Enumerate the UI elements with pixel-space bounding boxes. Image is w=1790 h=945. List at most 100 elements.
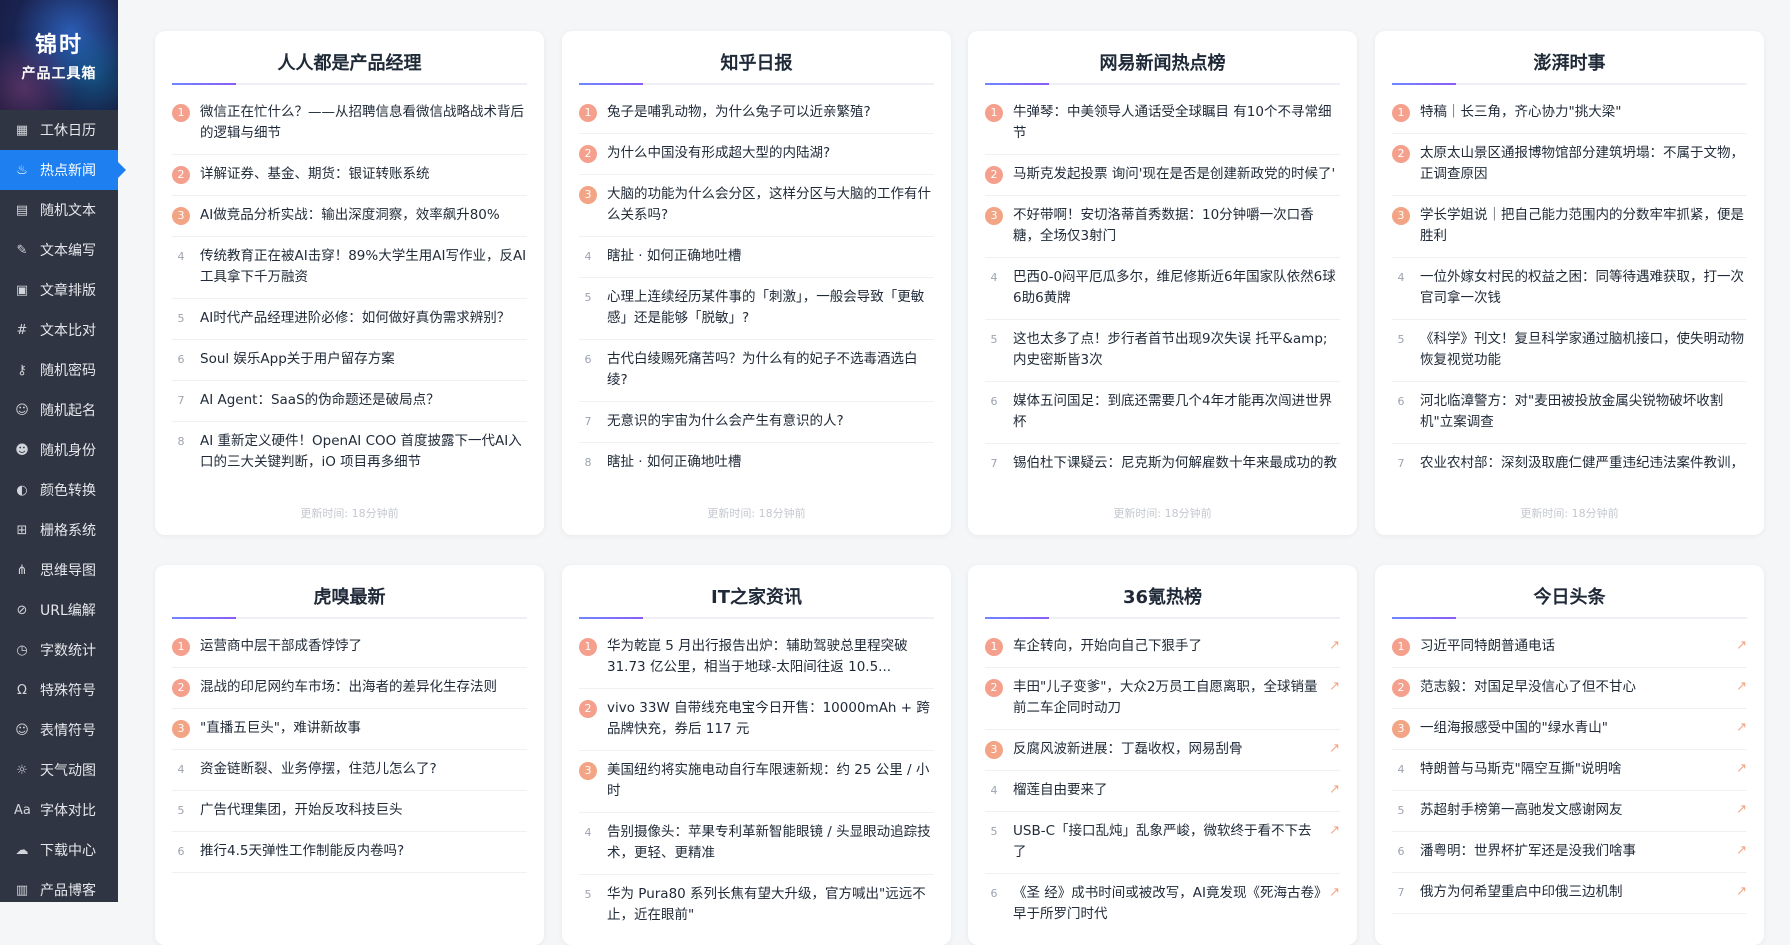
news-title[interactable]: 巴西0-0闷平厄瓜多尔，维尼修斯近6年国家队依然6球6助6黄牌	[1013, 267, 1340, 309]
news-item[interactable]: 4 传统教育正在被AI击穿！89%大学生用AI写作业，反AI工具拿下千万融资	[172, 237, 527, 299]
news-title[interactable]: 资金链断裂、业务停摆，住范儿怎么了?	[200, 759, 527, 780]
external-link-icon[interactable]: ↗	[1736, 761, 1747, 776]
external-link-icon[interactable]: ↗	[1736, 638, 1747, 653]
sidebar-item-16[interactable]: ☺ 表情符号	[0, 710, 118, 750]
news-item[interactable]: 5 AI时代产品经理进阶必修：如何做好真伪需求辨别？	[172, 299, 527, 340]
external-link-icon[interactable]: ↗	[1736, 884, 1747, 899]
news-title[interactable]: vivo 33W 自带线充电宝今日开售：10000mAh + 跨品牌快充，券后 …	[607, 698, 934, 740]
news-title[interactable]: 这也太多了点！步行者首节出现9次失误 托平&amp;内史密斯皆3次	[1013, 329, 1340, 371]
news-item[interactable]: 8 AI 重新定义硬件！OpenAI COO 首度披露下一代AI入口的三大关键判断…	[172, 422, 527, 473]
news-item[interactable]: 1 兔子是哺乳动物，为什么兔子可以近亲繁殖?	[579, 93, 934, 134]
news-item[interactable]: 5 广告代理集团，开始反攻科技巨头	[172, 791, 527, 832]
news-title[interactable]: 大脑的功能为什么会分区，这样分区与大脑的工作有什么关系吗?	[607, 184, 934, 226]
news-item[interactable]: 1 华为乾崑 5 月出行报告出炉：辅助驾驶总里程突破 31.73 亿公里，相当于地…	[579, 627, 934, 689]
news-title[interactable]: 太原太山景区通报博物馆部分建筑坍塌：不属于文物，正调查原因	[1420, 143, 1747, 185]
news-item[interactable]: 5 USB-C「接口乱炖」乱象严峻，微软终于看不下去了 ↗	[985, 812, 1340, 874]
news-title[interactable]: 锡伯杜下课疑云：尼克斯为何解雇数十年来最成功的教练	[1013, 453, 1340, 473]
news-title[interactable]: 《科学》刊文！复旦科学家通过脑机接口，使失明动物恢复视觉功能	[1420, 329, 1747, 371]
news-title[interactable]: 推行4.5天弹性工作制能反内卷吗?	[200, 841, 527, 862]
news-item[interactable]: 3 "直播五巨头"，难讲新故事	[172, 709, 527, 750]
sidebar-item-18[interactable]: Aa 字体对比	[0, 790, 118, 830]
news-item[interactable]: 2 vivo 33W 自带线充电宝今日开售：10000mAh + 跨品牌快充，券后…	[579, 689, 934, 751]
news-item[interactable]: 6 Soul 娱乐App关于用户留存方案	[172, 340, 527, 381]
news-item[interactable]: 2 详解证券、基金、期货：银证转账系统	[172, 155, 527, 196]
news-item[interactable]: 6 《圣 经》成书时间或被改写，AI竟发现《死海古卷》早于所罗门时代 ↗	[985, 874, 1341, 927]
news-title[interactable]: AI时代产品经理进阶必修：如何做好真伪需求辨别？	[200, 308, 527, 329]
news-title[interactable]: 《圣 经》成书时间或被改写，AI竟发现《死海古卷》早于所罗门时代	[1013, 883, 1323, 925]
external-link-icon[interactable]: ↗	[1736, 843, 1747, 858]
news-title[interactable]: 学长学姐说｜把自己能力范围内的分数牢牢抓紧，便是胜利	[1420, 205, 1747, 247]
news-item[interactable]: 4 瞎扯 · 如何正确地吐槽	[579, 237, 934, 278]
news-item[interactable]: 6 媒体五问国足：到底还需要几个4年才能再次闯进世界杯	[985, 382, 1340, 444]
sidebar-item-17[interactable]: ☼ 天气动图	[0, 750, 118, 790]
sidebar-item-11[interactable]: ⊞ 栅格系统	[0, 510, 118, 550]
news-item[interactable]: 3 AI做竞品分析实战：输出深度洞察，效率飙升80%	[172, 196, 527, 237]
sidebar-item-9[interactable]: ☻ 随机身份	[0, 430, 118, 470]
sidebar-item-10[interactable]: ◐ 颜色转换	[0, 470, 118, 510]
news-title[interactable]: USB-C「接口乱炖」乱象严峻，微软终于看不下去了	[1013, 821, 1323, 863]
news-title[interactable]: "直播五巨头"，难讲新故事	[200, 718, 527, 739]
news-title[interactable]: Soul 娱乐App关于用户留存方案	[200, 349, 527, 370]
news-title[interactable]: 美国纽约将实施电动自行车限速新规：约 25 公里 / 小时	[607, 760, 934, 802]
news-title[interactable]: 反腐风波新进展：丁磊收权，网易刮骨	[1013, 739, 1323, 760]
news-title[interactable]: 华为乾崑 5 月出行报告出炉：辅助驾驶总里程突破 31.73 亿公里，相当于地球…	[607, 636, 934, 678]
news-title[interactable]: 详解证券、基金、期货：银证转账系统	[200, 164, 527, 185]
news-item[interactable]: 5 《科学》刊文！复旦科学家通过脑机接口，使失明动物恢复视觉功能	[1392, 320, 1747, 382]
news-title[interactable]: 农业农村部：深刻汲取鹿仁健严重违纪违法案件教训，深化以案促学促查促改	[1420, 453, 1747, 473]
sidebar-item-14[interactable]: ◷ 字数统计	[0, 630, 118, 670]
news-item[interactable]: 6 推行4.5天弹性工作制能反内卷吗?	[172, 832, 527, 873]
news-title[interactable]: 河北临漳警方：对"麦田被投放金属尖锐物破坏收割机"立案调查	[1420, 391, 1747, 433]
external-link-icon[interactable]: ↗	[1736, 802, 1747, 817]
news-item[interactable]: 3 不好带啊！安切洛蒂首秀数据：10分钟嚼一次口香糖，全场仅3射门	[985, 196, 1340, 258]
news-item[interactable]: 7 俄方为何希望重启中印俄三边机制 ↗	[1392, 873, 1747, 914]
news-item[interactable]: 1 运营商中层干部成香饽饽了	[172, 627, 527, 668]
news-item[interactable]: 7 无意识的宇宙为什么会产生有意识的人?	[579, 402, 934, 443]
news-title[interactable]: 告别摄像头：苹果专利革新智能眼镜 / 头显眼动追踪技术，更轻、更精准	[607, 822, 934, 864]
news-item[interactable]: 3 美国纽约将实施电动自行车限速新规：约 25 公里 / 小时	[579, 751, 934, 813]
news-title[interactable]: 潘粤明：世界杯扩军还是没我们啥事	[1420, 841, 1730, 862]
news-item[interactable]: 2 为什么中国没有形成超大型的内陆湖?	[579, 134, 934, 175]
brand-logo[interactable]: 锦时 产品工具箱	[0, 0, 118, 110]
news-item[interactable]: 1 特稿｜长三角，齐心协力"挑大梁"	[1392, 93, 1747, 134]
news-title[interactable]: 榴莲自由要来了	[1013, 780, 1323, 801]
news-item[interactable]: 2 太原太山景区通报博物馆部分建筑坍塌：不属于文物，正调查原因	[1392, 134, 1747, 196]
sidebar-item-8[interactable]: ☺ 随机起名	[0, 390, 118, 430]
external-link-icon[interactable]: ↗	[1329, 741, 1340, 756]
news-item[interactable]: 2 混战的印尼网约车市场：出海者的差异化生存法则	[172, 668, 527, 709]
news-title[interactable]: 苏超射手榜第一高驰发文感谢网友	[1420, 800, 1730, 821]
news-item[interactable]: 3 学长学姐说｜把自己能力范围内的分数牢牢抓紧，便是胜利	[1392, 196, 1747, 258]
news-item[interactable]: 1 牛弹琴：中美领导人通话受全球瞩目 有10个不寻常细节	[985, 93, 1340, 155]
news-item[interactable]: 6 河北临漳警方：对"麦田被投放金属尖锐物破坏收割机"立案调查	[1392, 382, 1747, 444]
news-item[interactable]: 1 微信正在忙什么？——从招聘信息看微信战略战术背后的逻辑与细节	[172, 93, 527, 155]
news-title[interactable]: 习近平同特朗普通电话	[1420, 636, 1730, 657]
sidebar-item-2[interactable]: ♨ 热点新闻	[0, 150, 126, 190]
news-title[interactable]: 一组海报感受中国的"绿水青山"	[1420, 718, 1730, 739]
news-item[interactable]: 5 华为 Pura80 系列长焦有望大升级，官方喊出"远远不止，近在眼前"	[579, 875, 934, 927]
news-item[interactable]: 5 心理上连续经历某件事的「刺激」，一般会导致「更敏感」还是能够「脱敏」?	[579, 278, 934, 340]
sidebar-item-19[interactable]: ☁ 下载中心	[0, 830, 118, 870]
sidebar-item-20[interactable]: ▥ 产品博客	[0, 870, 118, 910]
sidebar-item-3[interactable]: ▤ 随机文本	[0, 190, 118, 230]
sidebar-item-7[interactable]: ⚷ 随机密码	[0, 350, 118, 390]
sidebar-item-5[interactable]: ▣ 文章排版	[0, 270, 118, 310]
news-title[interactable]: 丰田"儿子变爹"，大众2万员工自愿离职，全球销量前二车企同时动刀	[1013, 677, 1323, 719]
sidebar-item-15[interactable]: Ω 特殊符号	[0, 670, 118, 710]
news-title[interactable]: 牛弹琴：中美领导人通话受全球瞩目 有10个不寻常细节	[1013, 102, 1340, 144]
news-title[interactable]: 范志毅：对国足早没信心了但不甘心	[1420, 677, 1730, 698]
news-title[interactable]: 传统教育正在被AI击穿！89%大学生用AI写作业，反AI工具拿下千万融资	[200, 246, 527, 288]
news-item[interactable]: 5 苏超射手榜第一高驰发文感谢网友 ↗	[1392, 791, 1747, 832]
news-title[interactable]: 为什么中国没有形成超大型的内陆湖?	[607, 143, 934, 164]
news-title[interactable]: 特稿｜长三角，齐心协力"挑大梁"	[1420, 102, 1747, 123]
news-item[interactable]: 5 这也太多了点！步行者首节出现9次失误 托平&amp;内史密斯皆3次	[985, 320, 1340, 382]
news-title[interactable]: 特朗普与马斯克"隔空互撕"说明啥	[1420, 759, 1730, 780]
news-title[interactable]: 一位外嫁女村民的权益之困：同等待遇难获取，打一次官司拿一次钱	[1420, 267, 1747, 309]
news-title[interactable]: AI Agent：SaaS的伪命题还是破局点？	[200, 390, 527, 411]
news-item[interactable]: 4 特朗普与马斯克"隔空互撕"说明啥 ↗	[1392, 750, 1747, 791]
sidebar-item-6[interactable]: # 文本比对	[0, 310, 118, 350]
news-item[interactable]: 3 大脑的功能为什么会分区，这样分区与大脑的工作有什么关系吗?	[579, 175, 934, 237]
news-title[interactable]: 马斯克发起投票 询问'现在是否是创建新政党的时候了'	[1013, 164, 1340, 185]
external-link-icon[interactable]: ↗	[1736, 720, 1747, 735]
external-link-icon[interactable]: ↗	[1329, 823, 1340, 838]
news-item[interactable]: 6 潘粤明：世界杯扩军还是没我们啥事 ↗	[1392, 832, 1747, 873]
news-title[interactable]: 兔子是哺乳动物，为什么兔子可以近亲繁殖?	[607, 102, 934, 123]
